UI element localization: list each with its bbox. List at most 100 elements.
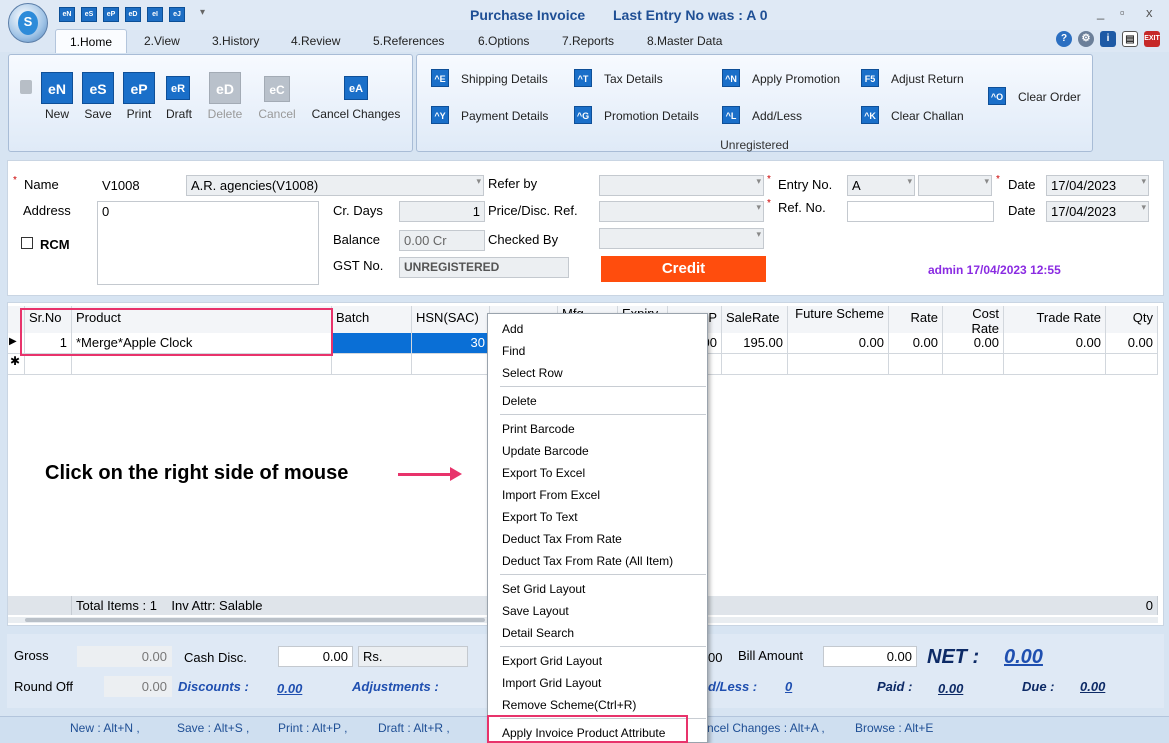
chevron-down-icon[interactable]: ▾ — [984, 176, 989, 187]
chevron-down-icon[interactable]: ▾ — [907, 176, 912, 187]
discounts-value[interactable]: 0.00 — [277, 681, 302, 696]
menu-item-deduct-tax[interactable]: Deduct Tax From Rate — [502, 532, 622, 546]
document-icon[interactable]: ▤ — [1122, 31, 1138, 47]
cell-qty[interactable]: 0.00 — [1106, 333, 1158, 354]
ref-no-input[interactable] — [847, 201, 994, 222]
menu-item-deduct-tax-all[interactable]: Deduct Tax From Rate (All Item) — [502, 554, 673, 568]
menu-item-import-excel[interactable]: Import From Excel — [502, 488, 600, 502]
col-header-trade-rate[interactable]: Trade Rate — [1004, 306, 1106, 333]
exit-icon[interactable]: EXIT — [1144, 31, 1160, 47]
new-row-cell[interactable] — [412, 354, 490, 375]
new-icon[interactable]: eN — [41, 72, 73, 104]
entry-series-combo[interactable]: A ▾ — [847, 175, 915, 196]
date-picker[interactable]: 17/04/2023 ▾ — [1046, 175, 1149, 196]
tax-icon[interactable]: ^T — [574, 69, 592, 87]
menu-item-save-layout[interactable]: Save Layout — [502, 604, 569, 618]
help-icon[interactable]: ? — [1056, 31, 1072, 47]
menu-item-set-grid-layout[interactable]: Set Grid Layout — [502, 582, 585, 596]
tab-history[interactable]: 3.History — [212, 34, 259, 48]
tab-review[interactable]: 4.Review — [291, 34, 340, 48]
col-header-qty[interactable]: Qty — [1106, 306, 1158, 333]
menu-item-export-excel[interactable]: Export To Excel — [502, 466, 585, 480]
cell-salerate[interactable]: 195.00 — [722, 333, 788, 354]
address-textarea[interactable]: 0 — [97, 201, 319, 285]
chevron-down-icon[interactable]: ▾ — [476, 176, 481, 187]
new-row-cell[interactable] — [72, 354, 332, 375]
tab-home[interactable]: 1.Home — [55, 29, 127, 53]
tab-reports[interactable]: 7.Reports — [562, 34, 614, 48]
clear-challan-link[interactable]: Clear Challan — [891, 109, 964, 123]
cancel-button[interactable]: Cancel — [255, 107, 299, 121]
entry-no-combo[interactable]: ▾ — [918, 175, 992, 196]
cell-future-scheme[interactable]: 0.00 — [788, 333, 889, 354]
save-button[interactable]: Save — [79, 107, 117, 121]
menu-item-add[interactable]: Add — [502, 322, 523, 336]
chevron-down-icon[interactable]: ▾ — [1141, 176, 1146, 187]
rcm-checkbox[interactable] — [21, 237, 33, 249]
quick-save-icon[interactable]: eS — [81, 7, 97, 22]
adjustments-link[interactable]: Adjustments : — [352, 679, 439, 694]
menu-item-detail-search[interactable]: Detail Search — [502, 626, 574, 640]
tab-master-data[interactable]: 8.Master Data — [647, 34, 722, 48]
cell-trade-rate[interactable]: 0.00 — [1004, 333, 1106, 354]
add-less-link[interactable]: Add/Less — [752, 109, 802, 123]
tab-options[interactable]: 6.Options — [478, 34, 529, 48]
menu-item-delete[interactable]: Delete — [502, 394, 537, 408]
quick-icon-5[interactable]: eI — [147, 7, 163, 22]
menu-item-export-grid-layout[interactable]: Export Grid Layout — [502, 654, 602, 668]
clear-challan-icon[interactable]: ^K — [861, 106, 879, 124]
col-header-rate[interactable]: Rate — [889, 306, 943, 333]
quick-draft-icon[interactable]: eD — [125, 7, 141, 22]
promotion-icon[interactable]: ^G — [574, 106, 592, 124]
info-icon[interactable]: i — [1100, 31, 1116, 47]
new-row-indicator-icon[interactable]: ✱ — [8, 354, 25, 375]
new-row-cell[interactable] — [25, 354, 72, 375]
cancel-icon[interactable]: eC — [264, 76, 290, 102]
menu-item-find[interactable]: Find — [502, 344, 525, 358]
app-menu-button[interactable]: S — [8, 3, 48, 43]
menu-item-update-barcode[interactable]: Update Barcode — [502, 444, 589, 458]
add-less-icon[interactable]: ^L — [722, 106, 740, 124]
new-button[interactable]: New — [38, 107, 76, 121]
quick-icon-6[interactable]: eJ — [169, 7, 185, 22]
promotion-details-link[interactable]: Promotion Details — [604, 109, 699, 123]
minimize-button[interactable]: _ — [1097, 5, 1104, 20]
new-row-cell[interactable] — [943, 354, 1004, 375]
cell-hsn[interactable]: 30 — [412, 333, 490, 354]
clear-order-link[interactable]: Clear Order — [1018, 90, 1081, 104]
adjust-return-icon[interactable]: F5 — [861, 69, 879, 87]
cell-rate[interactable]: 0.00 — [889, 333, 943, 354]
refer-by-combo[interactable]: ▾ — [599, 175, 764, 196]
apply-promotion-icon[interactable]: ^N — [722, 69, 740, 87]
ref-date-picker[interactable]: 17/04/2023 ▾ — [1046, 201, 1149, 222]
add-less-value[interactable]: 0 — [785, 679, 792, 694]
tax-details-link[interactable]: Tax Details — [604, 72, 663, 86]
new-row-cell[interactable] — [1004, 354, 1106, 375]
save-icon[interactable]: eS — [82, 72, 114, 104]
new-row-cell[interactable] — [788, 354, 889, 375]
menu-item-remove-scheme[interactable]: Remove Scheme(Ctrl+R) — [502, 698, 636, 712]
chevron-down-icon[interactable]: ▾ — [756, 176, 761, 187]
cancel-changes-icon[interactable]: eA — [344, 76, 368, 100]
maximize-button[interactable]: ▫ — [1120, 5, 1125, 20]
new-row-cell[interactable] — [722, 354, 788, 375]
col-header-salerate[interactable]: SaleRate — [722, 306, 788, 333]
tab-references[interactable]: 5.References — [373, 34, 444, 48]
add-less-link[interactable]: d/Less : — [708, 679, 757, 694]
cr-days-field[interactable]: 1 — [399, 201, 485, 222]
price-disc-ref-combo[interactable]: ▾ — [599, 201, 764, 222]
delete-button[interactable]: Delete — [203, 107, 247, 121]
payment-details-link[interactable]: Payment Details — [461, 109, 548, 123]
scrollbar-thumb[interactable] — [25, 618, 485, 622]
shipping-icon[interactable]: ^E — [431, 69, 449, 87]
quick-print-icon[interactable]: eP — [103, 7, 119, 22]
cell-cost-rate[interactable]: 0.00 — [943, 333, 1004, 354]
col-header-batch[interactable]: Batch — [332, 306, 412, 333]
apply-promotion-link[interactable]: Apply Promotion — [752, 72, 840, 86]
col-header-cost-rate[interactable]: Cost Rate — [943, 306, 1004, 333]
cell-batch[interactable] — [332, 333, 412, 354]
adjust-return-link[interactable]: Adjust Return — [891, 72, 964, 86]
delete-icon[interactable]: eD — [209, 72, 241, 104]
shipping-details-link[interactable]: Shipping Details — [461, 72, 548, 86]
menu-item-select-row[interactable]: Select Row — [502, 366, 563, 380]
